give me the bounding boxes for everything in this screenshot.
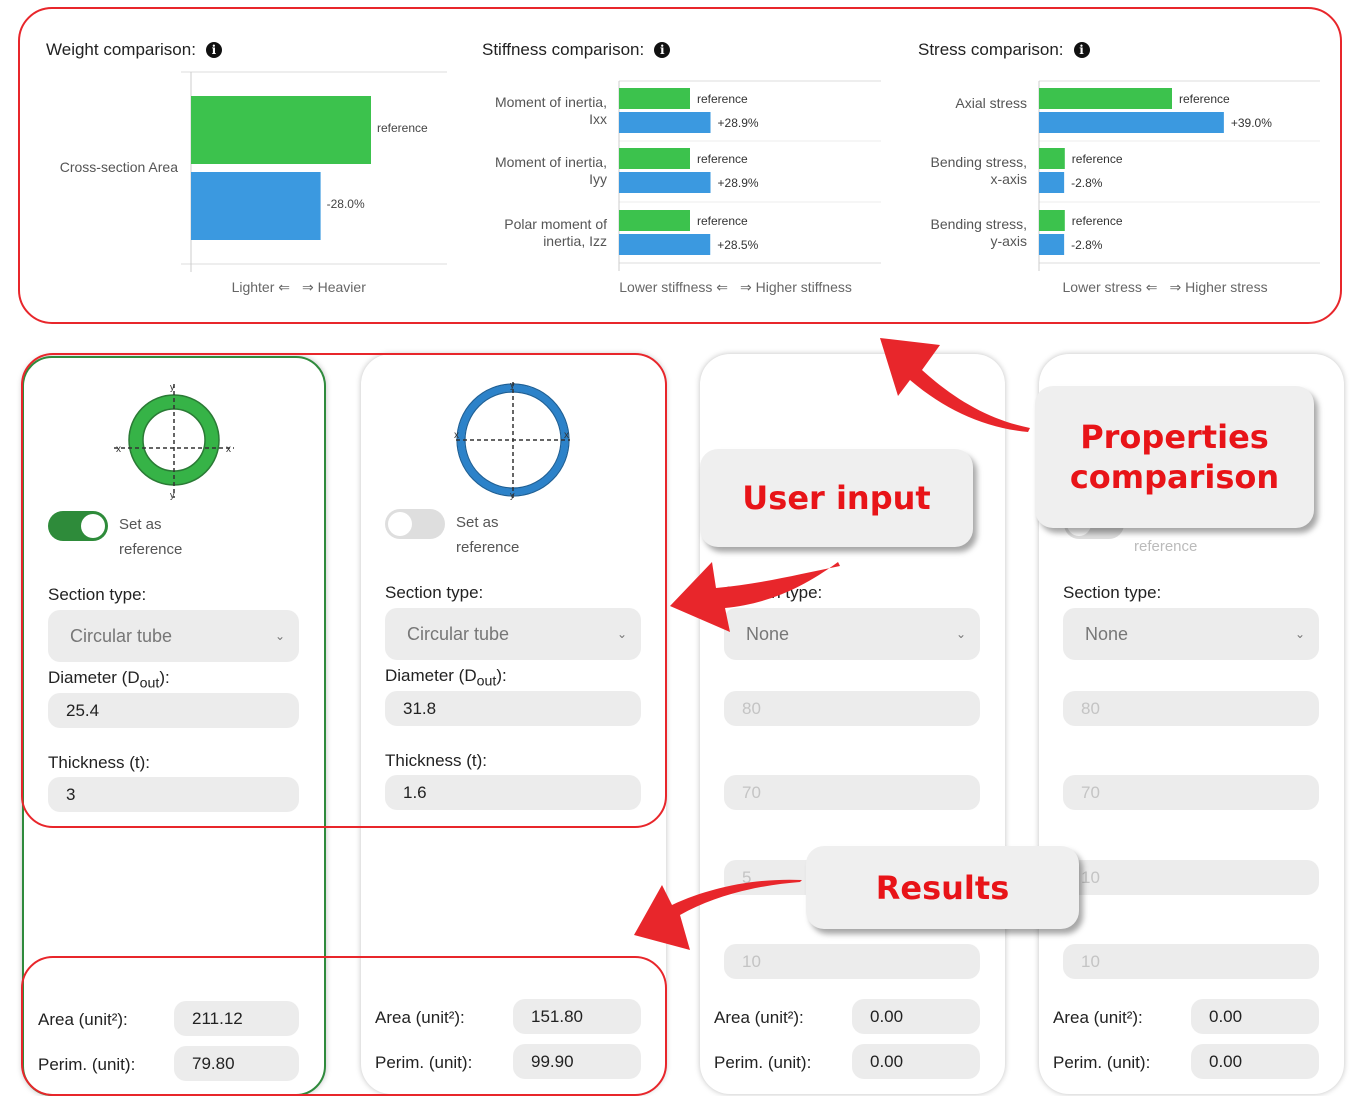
annotation-arrows [634,338,1030,950]
user-input-callout: User input [700,449,973,547]
arrow-to-user-input [670,562,840,632]
properties-comparison-callout: Properties comparison [1035,386,1314,528]
arrow-to-results [634,879,802,950]
arrow-to-comparison [880,338,1030,432]
results-callout: Results [806,846,1079,929]
